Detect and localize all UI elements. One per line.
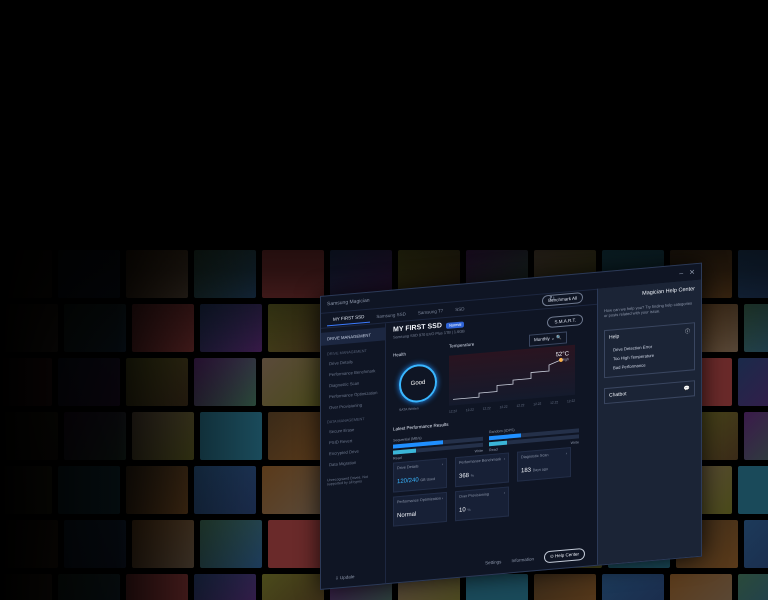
card-over-provisioning[interactable]: Over Provisioning › 10 % bbox=[455, 486, 509, 522]
read-label: Read bbox=[489, 447, 498, 453]
tick-label: 12.22 bbox=[482, 406, 491, 411]
tick-label: 12.22 bbox=[449, 409, 457, 414]
background-tile bbox=[738, 574, 768, 600]
tick-label: 12.22 bbox=[516, 403, 525, 408]
tick-label: 12.22 bbox=[499, 404, 508, 410]
card-diagnostic-scan[interactable]: Diagnostic Scan › 183 Days ago bbox=[517, 447, 571, 482]
background-tile bbox=[262, 358, 324, 406]
update-button[interactable]: ⇩ Update bbox=[335, 574, 355, 582]
card-drive-details[interactable]: Drive Details › 120/240 GB Used bbox=[393, 457, 447, 493]
update-label: Update bbox=[340, 573, 355, 581]
latest-performance-title: Latest Performance Results bbox=[393, 421, 449, 432]
info-icon[interactable]: ⓘ bbox=[685, 328, 690, 335]
health-value: Good bbox=[410, 379, 426, 388]
help-question: How can we help you? Try finding help ca… bbox=[604, 300, 693, 319]
tick-label: 12.22 bbox=[533, 401, 542, 407]
background-tile bbox=[466, 574, 528, 600]
write-label: Write bbox=[474, 448, 483, 454]
background-tile bbox=[670, 574, 732, 600]
read-label: Read bbox=[393, 455, 402, 461]
background-tile bbox=[262, 466, 324, 514]
footer: Settings Information ⊙ Help Center bbox=[485, 547, 585, 569]
health-sub: SATA Written bbox=[399, 406, 419, 413]
tab-my-first-ssd[interactable]: MY FIRST SSD bbox=[327, 310, 371, 327]
background-fade-left bbox=[0, 0, 260, 600]
background-tile bbox=[744, 412, 768, 460]
tab-samsung-t7[interactable]: Samsung T7 bbox=[412, 304, 449, 318]
magician-app-window: Samsung Magician – ✕ MY FIRST SSD Samsun… bbox=[320, 262, 702, 590]
background-tile bbox=[602, 574, 664, 600]
sidebar-note: Unrecognized Drives. Not supported by al… bbox=[327, 474, 368, 487]
card-performance-benchmark[interactable]: Performance Benchmark › 368 % bbox=[455, 452, 509, 488]
temperature-value: 52°C High bbox=[555, 351, 569, 362]
help-section-title: Help bbox=[609, 334, 620, 342]
background-tile bbox=[744, 520, 768, 568]
temperature-label: Temperature bbox=[449, 341, 475, 349]
tick-label: 12.22 bbox=[550, 400, 559, 405]
help-center-panel: Magician Help Center How can we help you… bbox=[597, 279, 701, 565]
help-center-button[interactable]: ⊙ Help Center bbox=[543, 547, 585, 564]
temperature-chart: 52°C High bbox=[449, 344, 575, 406]
background-tile bbox=[738, 358, 768, 406]
chatbot-button[interactable]: Chatbot 💬 bbox=[604, 380, 695, 405]
write-label: Write bbox=[570, 440, 579, 446]
settings-link[interactable]: Settings bbox=[485, 559, 501, 565]
health-label: Health bbox=[393, 351, 407, 358]
tab-samsung-ssd[interactable]: Samsung SSD bbox=[370, 307, 412, 322]
background-tile bbox=[262, 574, 324, 600]
background-tile bbox=[534, 574, 596, 600]
card-performance-optimization[interactable]: Performance Optimization › Normal bbox=[393, 491, 447, 527]
health-gauge: Good bbox=[399, 362, 437, 405]
close-icon[interactable]: ✕ bbox=[689, 268, 695, 277]
status-badge: Normal bbox=[446, 321, 465, 329]
help-center-title: Magician Help Center bbox=[642, 286, 695, 297]
sidebar: DRIVE MANAGEMENT DRIVE MANAGEMENT Drive … bbox=[321, 323, 386, 589]
range-select[interactable]: Monthly ⌄ 🔍 bbox=[529, 331, 567, 347]
tick-label: 12.22 bbox=[567, 398, 575, 404]
range-value: Monthly bbox=[534, 335, 550, 343]
background-tile bbox=[738, 466, 768, 514]
minimize-icon[interactable]: – bbox=[679, 270, 683, 277]
help-section: Help ⓘ Drive Detection Error Too High Tem… bbox=[604, 322, 695, 379]
tab-ssd[interactable]: SSD bbox=[449, 302, 470, 315]
chat-icon: 💬 bbox=[683, 386, 690, 393]
tick-label: 12.22 bbox=[465, 407, 474, 413]
information-link[interactable]: Information bbox=[511, 556, 534, 563]
